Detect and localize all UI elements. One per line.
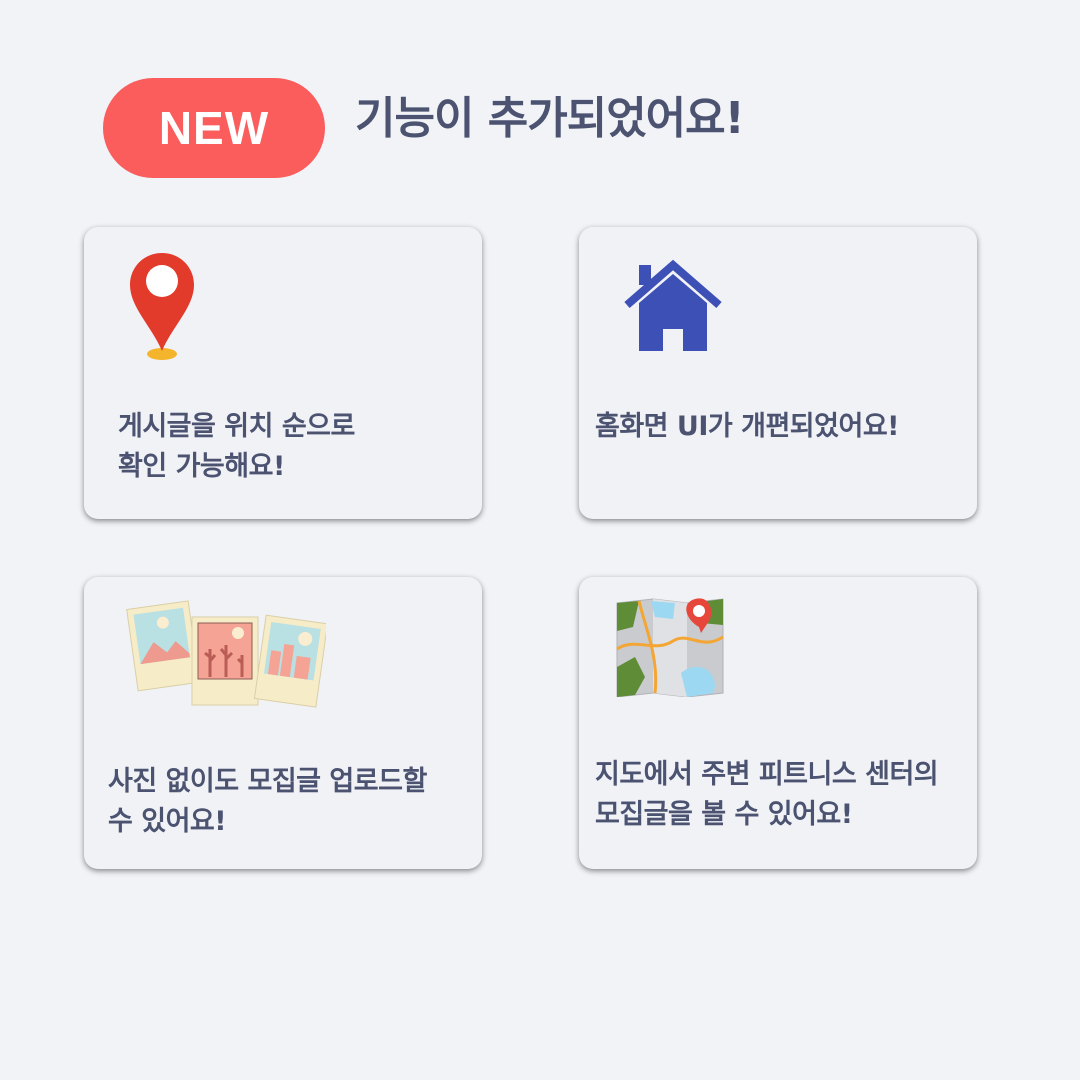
feature-card-upload-without-photo: 사진 없이도 모집글 업로드할 수 있어요!: [84, 577, 482, 869]
feature-description: 사진 없이도 모집글 업로드할 수 있어요!: [108, 766, 427, 837]
location-pin-icon: [130, 253, 194, 360]
feature-card-nearby-fitness-map: 지도에서 주변 피트니스 센터의 모집글을 볼 수 있어요!: [579, 577, 977, 869]
feature-description: 지도에서 주변 피트니스 센터의 모집글을 볼 수 있어요!: [595, 759, 939, 830]
home-icon: [624, 259, 722, 351]
feature-card-location-sort: 게시글을 위치 순으로 확인 가능해요!: [84, 227, 482, 519]
page-title: 기능이 추가되었어요!: [355, 93, 745, 144]
feature-description: 게시글을 위치 순으로 확인 가능해요!: [118, 411, 355, 482]
feature-card-home-ui: 홈화면 UI가 개편되었어요!: [579, 227, 977, 519]
feature-description: 홈화면 UI가 개편되었어요!: [595, 411, 899, 442]
photos-icon: [126, 600, 326, 708]
new-badge: NEW: [103, 78, 325, 178]
map-icon: [616, 598, 724, 697]
